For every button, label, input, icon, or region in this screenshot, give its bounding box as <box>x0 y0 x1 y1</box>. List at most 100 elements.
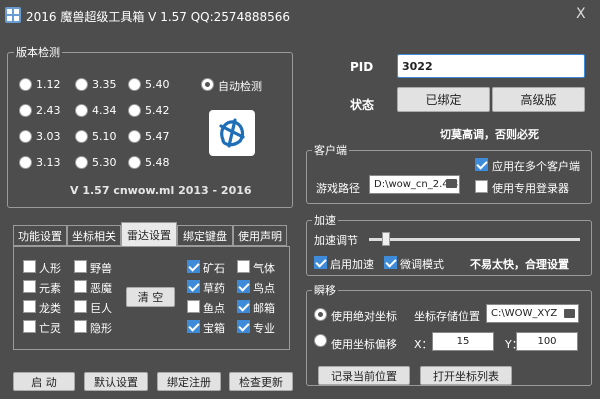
absolute-coord-radio[interactable] <box>314 308 327 321</box>
radar-label: 龙类 <box>39 302 61 315</box>
radar-demon-checkbox[interactable] <box>74 280 87 293</box>
radar-beast-checkbox[interactable] <box>74 260 87 273</box>
enable-speed-checkbox[interactable] <box>314 256 327 269</box>
pid-label: PID <box>350 60 374 74</box>
default-settings-button[interactable]: 默认设置 <box>84 372 148 391</box>
bound-button[interactable]: 已绑定 <box>397 87 490 112</box>
version-radio-5.42[interactable] <box>128 104 141 117</box>
version-label: 1.12 <box>36 78 61 91</box>
coord-store-label: 坐标存储位置 <box>414 310 480 323</box>
multi-client-checkbox[interactable] <box>475 158 488 171</box>
x-label: X： <box>414 338 433 351</box>
tab-radar-settings[interactable]: 雷达设置 <box>121 222 177 247</box>
multi-client-label: 应用在多个客户端 <box>492 160 580 173</box>
radar-stealth-checkbox[interactable] <box>74 320 87 333</box>
radar-undead-checkbox[interactable] <box>23 320 36 333</box>
speed-group-label: 加速 <box>312 212 338 228</box>
radar-label: 野兽 <box>90 262 112 275</box>
version-label: 5.42 <box>145 104 170 117</box>
tab-usage-statement[interactable]: 使用声明 <box>233 225 287 246</box>
auto-detect-radio[interactable] <box>201 78 214 91</box>
radar-label: 亡灵 <box>39 322 61 335</box>
speed-slider-track[interactable] <box>369 238 580 241</box>
version-label: 5.40 <box>145 78 170 91</box>
version-label: 5.10 <box>92 130 117 143</box>
version-label: 2.43 <box>36 104 61 117</box>
game-path-field[interactable]: D:\wow_cn_2.4.3 <box>369 175 460 194</box>
version-radio-1.12[interactable] <box>19 78 32 91</box>
version-radio-4.34[interactable] <box>75 104 88 117</box>
radar-elemental-checkbox[interactable] <box>23 280 36 293</box>
radar-mailbox-checkbox[interactable] <box>237 300 250 313</box>
version-radio-3.35[interactable] <box>75 78 88 91</box>
speed-tip: 不易太快，合理设置 <box>470 258 569 271</box>
teleport-group-label: 瞬移 <box>312 282 338 298</box>
radar-gas-checkbox[interactable] <box>237 260 250 273</box>
version-label: 5.30 <box>92 156 117 169</box>
tab-coordinates[interactable]: 坐标相关 <box>67 225 121 246</box>
version-radio-3.13[interactable] <box>19 156 32 169</box>
battlenet-logo-icon <box>209 110 255 156</box>
version-radio-5.30[interactable] <box>75 156 88 169</box>
version-radio-2.43[interactable] <box>19 104 32 117</box>
start-button[interactable]: 启 动 <box>13 372 75 391</box>
open-coord-list-button[interactable]: 打开坐标列表 <box>420 366 512 385</box>
version-group-label: 版本检测 <box>14 44 62 60</box>
radar-label: 邮箱 <box>253 302 275 315</box>
auto-detect-label: 自动检测 <box>218 80 262 93</box>
version-radio-5.48[interactable] <box>128 156 141 169</box>
radar-label: 鱼点 <box>203 302 225 315</box>
coord-store-value: C:\WOW_XYZ <box>491 308 558 319</box>
radar-treasure-checkbox[interactable] <box>187 320 200 333</box>
version-radio-5.10[interactable] <box>75 130 88 143</box>
speed-adjust-label: 加速调节 <box>314 234 358 247</box>
dedicated-login-checkbox[interactable] <box>475 180 488 193</box>
version-footer: V 1.57 cnwow.ml 2013 - 2016 <box>70 184 252 197</box>
version-label: 5.48 <box>145 156 170 169</box>
pid-field[interactable]: 3022 <box>397 54 585 78</box>
client-group-label: 客户端 <box>312 142 349 158</box>
version-radio-5.40[interactable] <box>128 78 141 91</box>
radar-dragon-checkbox[interactable] <box>23 300 36 313</box>
close-icon[interactable]: X <box>576 6 586 22</box>
folder-icon[interactable] <box>446 179 457 188</box>
bind-register-button[interactable]: 绑定注册 <box>157 372 221 391</box>
x-field[interactable]: 15 <box>432 332 494 351</box>
version-radio-3.03[interactable] <box>19 130 32 143</box>
check-update-button[interactable]: 检查更新 <box>229 372 293 391</box>
version-radio-5.47[interactable] <box>128 130 141 143</box>
dedicated-login-label: 使用专用登录器 <box>492 182 569 195</box>
radar-label: 气体 <box>253 262 275 275</box>
radar-label: 元素 <box>39 282 61 295</box>
advanced-button[interactable]: 高级版 <box>492 87 585 112</box>
record-position-button[interactable]: 记录当前位置 <box>318 366 410 385</box>
tab-function-settings[interactable]: 功能设置 <box>13 225 67 246</box>
offset-coord-label: 使用坐标偏移 <box>331 338 397 351</box>
speed-slider-thumb[interactable] <box>381 232 390 246</box>
absolute-coord-label: 使用绝对坐标 <box>331 310 397 323</box>
radar-label: 隐形 <box>90 322 112 335</box>
radar-fish-checkbox[interactable] <box>187 300 200 313</box>
clear-button[interactable]: 清 空 <box>126 287 175 307</box>
app-icon <box>5 7 21 23</box>
fine-mode-checkbox[interactable] <box>384 256 397 269</box>
enable-speed-label: 启用加速 <box>330 258 374 271</box>
radar-herb-checkbox[interactable] <box>187 280 200 293</box>
status-label: 状态 <box>350 98 375 112</box>
version-label: 3.35 <box>92 78 117 91</box>
coord-store-field[interactable]: C:\WOW_XYZ <box>486 304 579 323</box>
radar-giant-checkbox[interactable] <box>74 300 87 313</box>
tab-bind-keyboard[interactable]: 绑定键盘 <box>177 225 233 246</box>
fine-mode-label: 微调模式 <box>400 258 444 271</box>
radar-label: 草药 <box>203 282 225 295</box>
folder-icon[interactable] <box>564 309 575 318</box>
radar-label: 恶魔 <box>90 282 112 295</box>
radar-profession-checkbox[interactable] <box>237 320 250 333</box>
offset-coord-radio[interactable] <box>314 334 327 347</box>
warning-text: 切莫高调，否则必死 <box>440 128 539 141</box>
radar-humanoid-checkbox[interactable] <box>23 260 36 273</box>
y-field[interactable]: 100 <box>516 332 578 351</box>
radar-ore-checkbox[interactable] <box>187 260 200 273</box>
radar-bird-checkbox[interactable] <box>237 280 250 293</box>
game-path-label: 游戏路径 <box>316 182 360 195</box>
